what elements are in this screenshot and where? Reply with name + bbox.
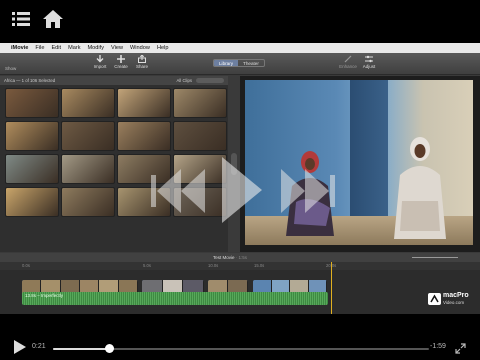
ruler-mark: 0.0s [22,263,30,268]
clip-thumbnail [117,88,171,118]
clip-thumbnail [173,88,227,118]
timeline-header: Test Movie · 1:5s [0,253,480,262]
player-top-bar [0,0,480,40]
plus-icon [117,55,125,63]
menu-help: Help [156,45,169,51]
fast-forward-icon[interactable] [281,163,335,219]
browser-search [196,78,224,83]
play-icon[interactable] [220,155,264,225]
music-track [22,292,328,305]
clip-thumbnail [61,154,115,184]
ruler-mark: 10.0s [208,263,219,268]
library-tab: Library [214,60,239,66]
play-icon[interactable] [14,340,26,354]
clip-thumbnail [117,121,171,151]
list-icon[interactable] [12,11,30,27]
clip-thumbnail [5,88,59,118]
logo-mark [428,293,441,305]
create-button: Create [110,55,132,69]
movie-title: Test Movie · 1:5s [213,255,248,260]
share-icon [138,55,146,63]
menu-file: File [35,45,45,51]
logo-name: macPro [443,292,469,299]
playhead [331,262,332,314]
video-player: iMovie File Edit Mark Modify View Window… [0,0,480,360]
clip-thumbnail [61,88,115,118]
library-theater-switch: Library Theater [213,59,265,67]
progress-thumb[interactable] [104,344,114,353]
show-label: Show [5,66,17,71]
menu-window: Window [130,45,150,51]
music-label: 13.8s – Imperfectly [25,293,64,298]
menu-edit: Edit [51,45,62,51]
enhance-button: Enhance [337,55,359,69]
home-icon[interactable] [42,9,64,29]
share-button: Share [131,55,153,69]
browser-title: Africa — 1 of 106 Selected [4,78,56,83]
theater-tab: Theater [243,61,259,66]
clip-thumbnail [5,187,59,217]
menu-app: iMovie [11,45,29,51]
menu-view: View [111,45,124,51]
clip-thumbnail [5,121,59,151]
clip-thumbnail [5,154,59,184]
adjust-button: Adjust [358,55,380,69]
rewind-icon[interactable] [151,163,205,219]
menu-mark: Mark [68,45,81,51]
browser-header: Africa — 1 of 106 Selected All Clips [0,76,228,85]
seated-woman-right [394,137,446,239]
import-icon [96,55,104,63]
clip-filter: All Clips [176,78,192,83]
clip-thumbnail [173,121,227,151]
logo-sub: Video.com [443,300,465,305]
expand-icon[interactable] [455,343,466,354]
mac-menubar: iMovie File Edit Mark Modify View Window… [0,43,480,53]
watermark-logo: macPro Video.com [428,292,472,307]
clip-thumbnail [61,187,115,217]
ruler-mark: 5.0s [143,263,151,268]
ruler-mark: 15.0s [254,263,265,268]
player-bottom-bar: 0:21 -1:59 [0,334,480,360]
imovie-toolbar: Show Import Create Share Library Theater… [0,53,480,75]
enhance-icon [344,55,352,63]
timeline-ruler: 0.0s 5.0s 10.0s 15.0s 20.0s [0,262,480,270]
viewer-door [350,80,388,230]
remaining-time: -1:59 [430,343,446,350]
import-button: Import [89,55,111,69]
adjust-icon [365,55,373,63]
clip-thumbnail [61,121,115,151]
elapsed-time: 0:21 [32,343,46,350]
viewer [240,76,480,252]
progress-fill [53,348,110,350]
zoom-slider [412,257,458,258]
menu-modify: Modify [87,45,104,51]
